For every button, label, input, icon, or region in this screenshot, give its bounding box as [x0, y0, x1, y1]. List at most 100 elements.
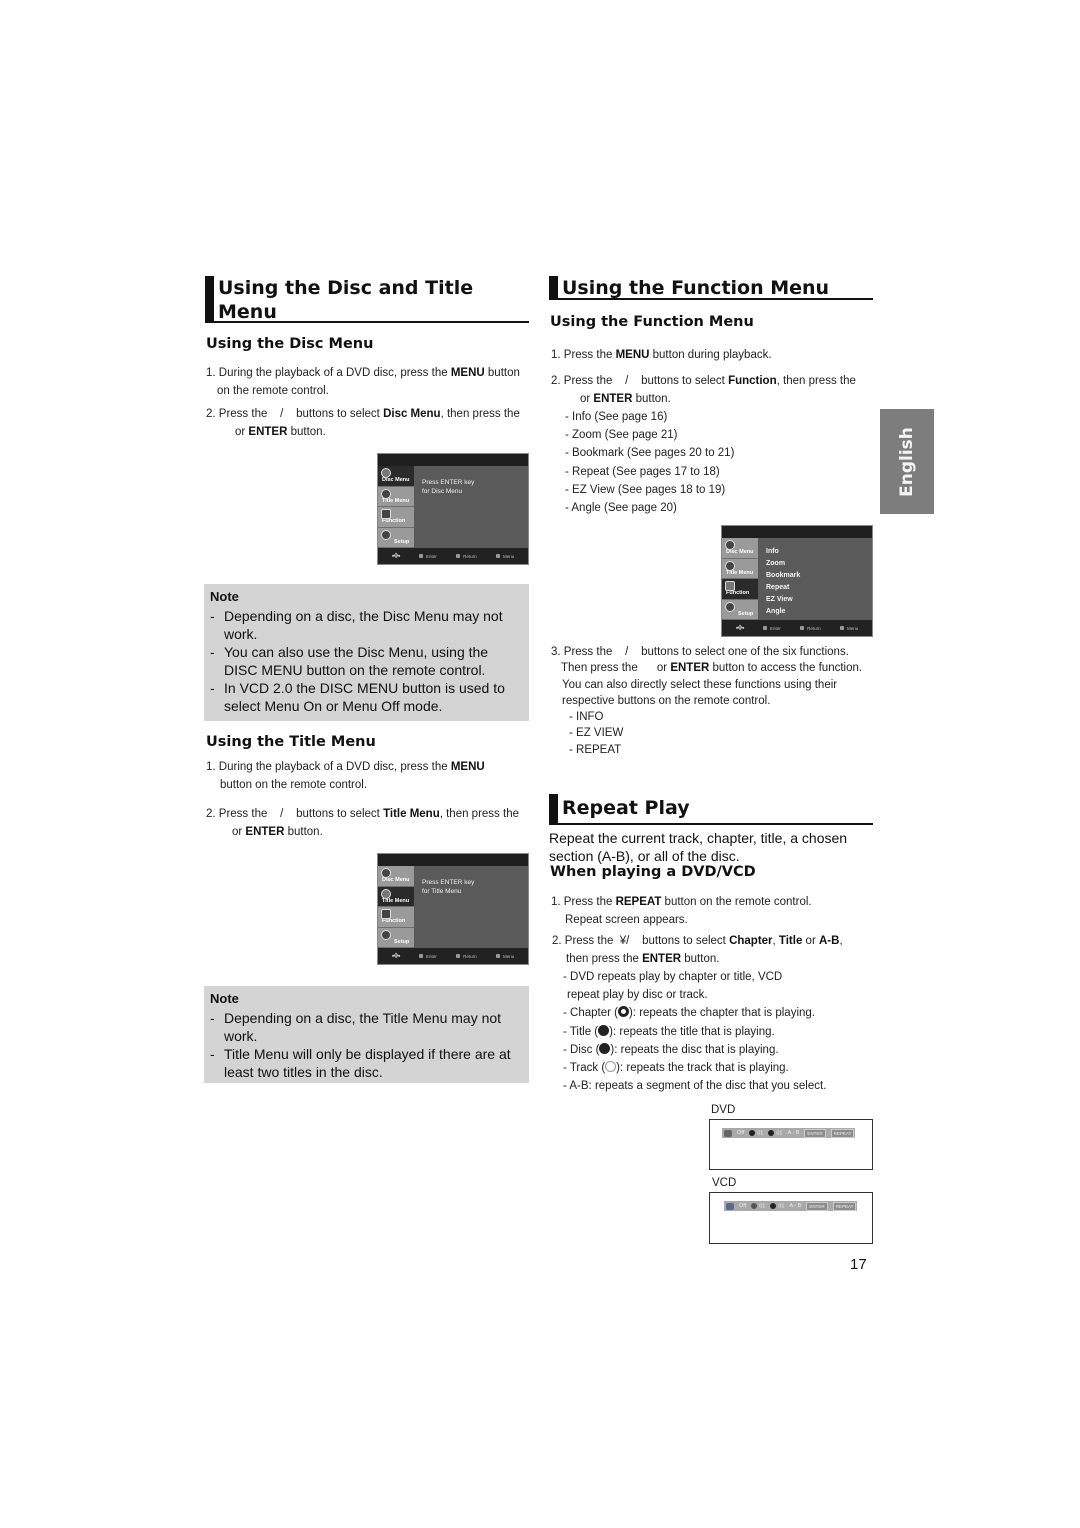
vcd-label: VCD	[712, 1177, 737, 1189]
direct-button-item: INFO	[569, 709, 623, 725]
function-icon	[381, 909, 391, 919]
title-icon	[768, 1129, 775, 1136]
function-menu-osd-screenshot: Disc Menu Title Menu Function Setup Info…	[721, 525, 873, 637]
title-menu-heading: Using the Title Menu	[206, 734, 376, 750]
osd-top-bar	[378, 454, 528, 466]
osd-tab-disc-menu: Disc Menu	[722, 538, 758, 559]
nav-arrows-icon: ▪✥▪	[391, 953, 401, 960]
repeat-details: - DVD repeats play by chapter or title, …	[563, 968, 826, 1095]
osd-item-repeat: Repeat	[766, 584, 790, 591]
osd-tab-function: Function	[722, 579, 758, 600]
repeat-key-hint: REPEAT	[832, 1201, 857, 1211]
section-title-function-menu: Using the Function Menu	[549, 276, 873, 300]
ab-value: A - B	[789, 1203, 802, 1209]
osd-top-bar	[378, 854, 528, 866]
function-list-item: Angle (See page 20)	[565, 499, 734, 517]
osd-sidebar: Disc Menu Title Menu Function Setup	[378, 866, 414, 948]
repeat-chapter-item: - Chapter (): repeats the chapter that i…	[563, 1006, 815, 1020]
repeat-key-hint: REPEAT	[830, 1128, 855, 1138]
osd-top-bar	[722, 526, 872, 538]
dvd-vcd-heading: When playing a DVD/VCD	[550, 864, 756, 880]
osd-sidebar: Disc Menu Title Menu Function Setup	[722, 538, 758, 620]
osd-message: Press ENTER key for Title Menu	[422, 879, 475, 895]
osd-footer-menu: Menu	[840, 626, 858, 631]
note-title: Note	[210, 589, 239, 604]
osd-footer-return: Return	[456, 554, 477, 559]
function-menu-heading: Using the Function Menu	[550, 314, 754, 330]
osd-footer-enter: Enter	[419, 554, 437, 559]
function-list-item: Zoom (See page 21)	[565, 426, 734, 444]
dvd-repeat-screen: Off 01 01 A - B ENTER REPEAT	[709, 1119, 873, 1170]
title-menu-step-1: 1. During the playback of a DVD disc, pr…	[206, 761, 485, 791]
osd-tab-setup: Setup	[378, 527, 414, 548]
note-item: - Depending on a disc, the Disc Menu may …	[210, 608, 503, 642]
title-repeat-icon	[598, 1024, 610, 1036]
title-icon	[725, 560, 735, 571]
direct-button-item: EZ VIEW	[569, 725, 623, 741]
osd-footer-menu: Menu	[496, 554, 514, 559]
note-item: - You can also use the Disc Menu, using t…	[210, 644, 489, 678]
disc-menu-step-1: 1. During the playback of a DVD disc, pr…	[206, 367, 520, 397]
osd-tab-title-menu: Title Menu	[378, 886, 414, 907]
repeat-mode-icon	[724, 1129, 732, 1137]
osd-message: Press ENTER key for Disc Menu	[422, 479, 475, 495]
repeat-mode-value: Off	[737, 1130, 745, 1136]
osd-item-ez-view: EZ View	[766, 596, 793, 603]
gear-icon	[725, 601, 735, 612]
section-title-repeat-play: Repeat Play	[549, 794, 873, 825]
page-number: 17	[850, 1256, 867, 1273]
enter-key-hint: ENTER	[804, 1128, 826, 1138]
function-list-item: EZ View (See pages 18 to 19)	[565, 481, 734, 499]
osd-item-zoom: Zoom	[766, 560, 786, 567]
osd-tab-title-menu: Title Menu	[378, 486, 414, 507]
track-repeat-icon	[605, 1061, 617, 1073]
repeat-step-1: 1. Press the REPEAT button on the remote…	[551, 896, 812, 926]
osd-tab-disc-menu: Disc Menu	[378, 466, 414, 487]
language-tab-label: English	[897, 426, 917, 497]
disc-menu-note: Note - Depending on a disc, the Disc Menu…	[204, 584, 529, 721]
repeat-title-item: - Title (): repeats the title that is pl…	[563, 1024, 775, 1038]
note-item: - Title Menu will only be displayed if th…	[210, 1046, 511, 1080]
osd-sidebar: Disc Menu Title Menu Function Setup	[378, 466, 414, 548]
chapter-repeat-icon	[617, 1006, 629, 1018]
osd-footer: ▪✥▪ Enter Return Menu	[378, 548, 528, 564]
function-menu-step-1: 1. Press the MENU button during playback…	[551, 349, 772, 361]
osd-footer-enter: Enter	[763, 626, 781, 631]
title-menu-step-2: 2. Press the / buttons to select Title M…	[206, 808, 519, 838]
osd-item-angle: Angle	[766, 608, 786, 615]
disc-icon	[381, 868, 391, 878]
osd-function-list: Info Zoom Bookmark Repeat EZ View Angle	[766, 546, 800, 618]
gear-icon	[381, 529, 391, 540]
osd-tab-title-menu: Title Menu	[722, 558, 758, 579]
disc-menu-osd-screenshot: Disc Menu Title Menu Function Setup Pres…	[377, 453, 529, 565]
osd-tab-disc-menu: Disc Menu	[378, 866, 414, 887]
repeat-mode-icon	[726, 1202, 734, 1210]
function-list-item: Bookmark (See pages 20 to 21)	[565, 444, 734, 462]
disc-icon	[381, 468, 391, 478]
disc-icon	[725, 540, 735, 550]
osd-tab-setup: Setup	[378, 927, 414, 948]
function-icon	[381, 509, 391, 519]
repeat-mode-value: Off	[739, 1203, 747, 1209]
section-title-line1: Using the Disc and Title	[218, 277, 474, 299]
section-title-disc-title-menu: Using the Disc and Title Menu	[205, 276, 529, 323]
disc-menu-heading: Using the Disc Menu	[206, 336, 374, 352]
osd-tab-setup: Setup	[722, 599, 758, 620]
vcd-repeat-bar: Off 01 01 A - B ENTER REPEAT	[724, 1201, 857, 1211]
osd-item-info: Info	[766, 548, 779, 555]
title-icon	[381, 488, 391, 499]
title-value: 01	[776, 1130, 783, 1137]
title-menu-osd-screenshot: Disc Menu Title Menu Function Setup Pres…	[377, 853, 529, 965]
dvd-repeat-bar: Off 01 01 A - B ENTER REPEAT	[722, 1128, 855, 1138]
function-menu-step-3: 3. Press the / buttons to select one of …	[551, 646, 863, 707]
function-list-item: Info (See page 16)	[565, 408, 734, 426]
track-value: 01	[778, 1203, 785, 1210]
title-icon	[381, 888, 391, 899]
disc-value: 01	[759, 1203, 766, 1210]
gear-icon	[381, 929, 391, 940]
direct-button-item: REPEAT	[569, 742, 623, 758]
disc-repeat-icon	[599, 1042, 611, 1054]
repeat-disc-item: - Disc (): repeats the disc that is play…	[563, 1042, 779, 1056]
vcd-repeat-screen: Off 01 01 A - B ENTER REPEAT	[709, 1192, 873, 1244]
function-icon	[725, 581, 735, 591]
